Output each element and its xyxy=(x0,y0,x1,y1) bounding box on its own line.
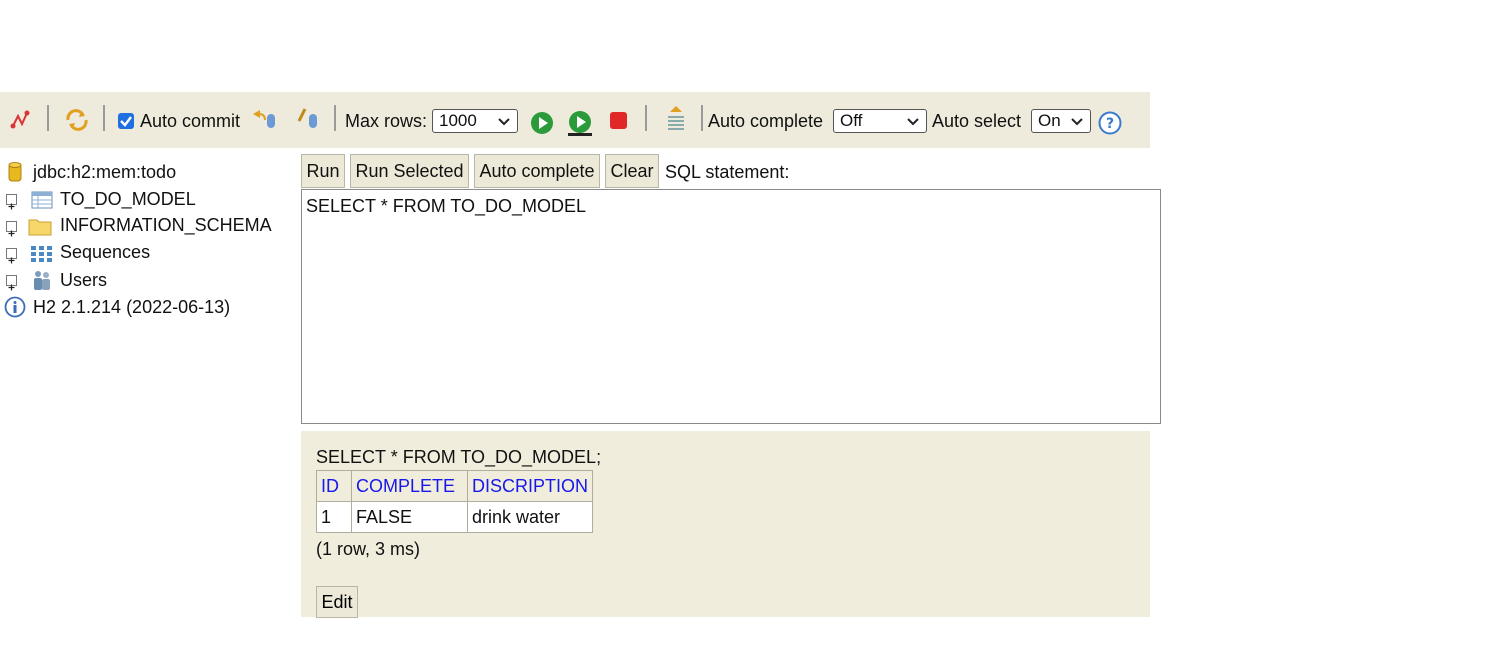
svg-text:?: ? xyxy=(1106,116,1114,132)
run-button[interactable]: Run xyxy=(301,154,345,188)
auto-complete-button[interactable]: Auto complete xyxy=(474,154,600,188)
toolbar-separator xyxy=(103,105,105,131)
tree-connection[interactable]: jdbc:h2:mem:todo xyxy=(6,161,176,183)
connection-label: jdbc:h2:mem:todo xyxy=(33,161,177,182)
rollback-icon[interactable] xyxy=(250,106,278,132)
tree-item-label: INFORMATION_SCHEMA xyxy=(60,215,272,235)
toolbar-separator xyxy=(334,105,336,131)
column-header-id[interactable]: ID xyxy=(316,470,352,502)
folder-icon xyxy=(28,219,52,235)
max-rows-select[interactable]: 1000 xyxy=(432,109,518,133)
history-icon[interactable] xyxy=(664,104,688,134)
table-cell: drink water xyxy=(466,501,594,533)
auto-complete-label: Auto complete xyxy=(708,111,824,131)
tree-item-label: Sequences xyxy=(60,242,151,262)
run-selected-button[interactable]: Run Selected xyxy=(350,154,469,188)
auto-complete-select[interactable]: Off xyxy=(833,109,927,133)
tree-version: H2 2.1.214 (2022-06-13) xyxy=(4,296,230,318)
sql-editor[interactable]: SELECT * FROM TO_DO_MODEL xyxy=(301,189,1161,424)
max-rows-value: 1000 xyxy=(439,111,477,130)
info-icon xyxy=(4,296,26,318)
auto-select-select[interactable]: On xyxy=(1031,109,1091,133)
expand-icon[interactable] xyxy=(6,248,17,264)
table-icon xyxy=(31,191,53,208)
toolbar-separator xyxy=(645,105,647,131)
tree-item-users[interactable]: Users xyxy=(31,269,107,291)
sequences-icon xyxy=(31,245,52,262)
result-summary: (1 row, 3 ms) xyxy=(316,539,421,559)
auto-commit-label: Auto commit xyxy=(140,111,241,131)
disconnect-icon[interactable] xyxy=(8,108,32,132)
toolbar-separator xyxy=(701,105,703,131)
tree-item-information-schema[interactable]: INFORMATION_SCHEMA xyxy=(28,215,272,236)
stop-icon[interactable] xyxy=(608,110,630,132)
table-row: 1 FALSE drink water xyxy=(316,501,594,533)
commit-icon[interactable] xyxy=(296,106,322,132)
tree-item-label: Users xyxy=(60,269,108,290)
version-label: H2 2.1.214 (2022-06-13) xyxy=(33,296,231,317)
table-cell: 1 xyxy=(316,501,352,533)
tree-item-label: TO_DO_MODEL xyxy=(60,189,196,209)
edit-button[interactable]: Edit xyxy=(316,586,358,618)
expand-icon[interactable] xyxy=(6,275,17,291)
max-rows-label: Max rows: xyxy=(345,111,428,131)
clear-button[interactable]: Clear xyxy=(605,154,659,188)
check-icon xyxy=(120,116,132,127)
expand-icon[interactable] xyxy=(6,221,17,237)
auto-complete-value: Off xyxy=(840,111,863,130)
run-selected-icon[interactable] xyxy=(566,110,594,138)
toolbar: Auto commit Max rows: 1000 Auto complete… xyxy=(0,92,1150,148)
result-query: SELECT * FROM TO_DO_MODEL; xyxy=(316,447,602,467)
auto-select-value: On xyxy=(1038,111,1061,130)
column-header-complete[interactable]: COMPLETE xyxy=(351,470,468,502)
run-icon[interactable] xyxy=(530,111,554,135)
result-table: ID COMPLETE DISCRIPTION 1 FALSE drink wa… xyxy=(316,470,594,533)
column-header-discription[interactable]: DISCRIPTION xyxy=(466,470,594,502)
database-icon xyxy=(8,162,22,182)
results-panel: SELECT * FROM TO_DO_MODEL; ID COMPLETE D… xyxy=(301,431,1150,618)
table-cell: FALSE xyxy=(351,501,468,533)
table-header-row: ID COMPLETE DISCRIPTION xyxy=(316,470,594,502)
sql-statement-label: SQL statement: xyxy=(665,162,790,182)
auto-commit-checkbox[interactable] xyxy=(118,113,134,129)
toolbar-separator xyxy=(47,105,49,131)
tree-item-to-do-model[interactable]: TO_DO_MODEL xyxy=(31,189,196,210)
chevron-down-icon xyxy=(907,118,919,126)
auto-select-label: Auto select xyxy=(932,111,1022,131)
chevron-down-icon xyxy=(1071,118,1083,126)
chevron-down-icon xyxy=(498,118,510,126)
help-icon[interactable]: ? xyxy=(1098,111,1122,135)
users-icon xyxy=(34,271,50,290)
tree-item-sequences[interactable]: Sequences xyxy=(30,242,150,263)
refresh-icon[interactable] xyxy=(64,108,90,132)
expand-icon[interactable] xyxy=(6,194,17,210)
